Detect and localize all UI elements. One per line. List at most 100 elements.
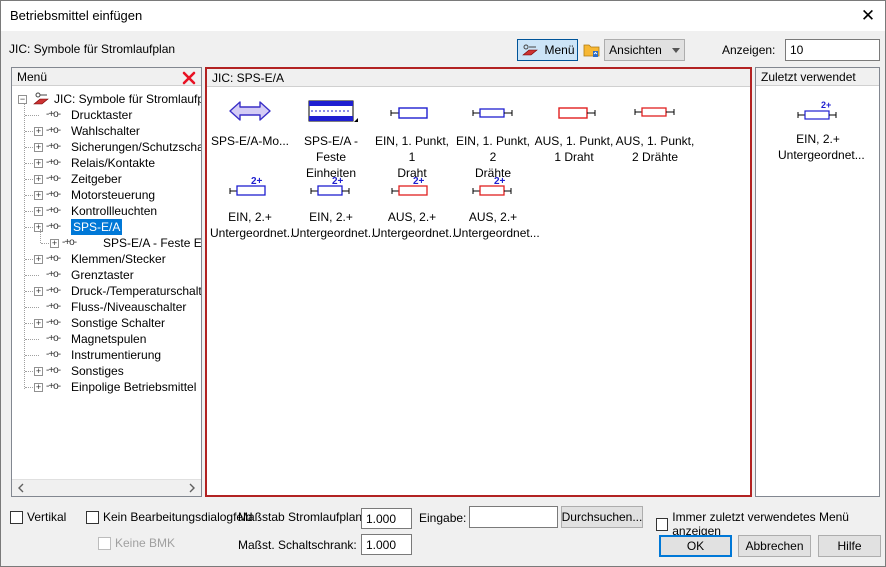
sidebar-item-label: Wahlschalter bbox=[71, 124, 140, 138]
sidebar-item[interactable]: + -+o- Druck-/Temperaturschalter bbox=[16, 283, 201, 299]
dialog-window: Betriebsmittel einfügen ✕ JIC: Symbole f… bbox=[0, 0, 886, 567]
title-bar: Betriebsmittel einfügen ✕ bbox=[1, 1, 885, 31]
recent-symbol-line1: EIN, 2.+ bbox=[796, 132, 840, 146]
sidebar-item[interactable]: + -+o- Sicherungen/Schutzschalt bbox=[16, 139, 201, 155]
symbol-node-icon: -+o- bbox=[62, 237, 77, 248]
cabinet-scale-input[interactable]: 1.000 bbox=[361, 534, 412, 555]
expand-icon[interactable]: + bbox=[34, 207, 43, 216]
symbol-label-line1: AUS, 2.+ bbox=[387, 210, 437, 224]
expand-icon[interactable]: + bbox=[34, 191, 43, 200]
menu-panel-header: Menü bbox=[12, 68, 201, 86]
sidebar-item[interactable]: -+o- Fluss-/Niveauschalter bbox=[16, 299, 201, 315]
expand-icon[interactable]: + bbox=[34, 255, 43, 264]
symbol-label-line2: Untergeordnet... bbox=[210, 226, 297, 240]
sidebar-item[interactable]: -+o- Instrumentierung bbox=[16, 347, 201, 363]
symbol-label-line1: AUS, 2.+ bbox=[468, 210, 518, 224]
sidebar-item[interactable]: + -+o- Sonstige Schalter bbox=[16, 315, 201, 331]
show-count-input[interactable]: 10 bbox=[785, 39, 880, 61]
expand-icon[interactable]: + bbox=[34, 319, 43, 328]
sidebar-item[interactable]: + -+o- Einpolige Betriebsmittel bbox=[16, 379, 201, 395]
no-edit-dialog-checkbox[interactable]: Kein Bearbeitungsdialogfeld bbox=[86, 510, 252, 524]
menu-horizontal-scrollbar[interactable] bbox=[12, 479, 201, 496]
symbol-label-line1: SPS-E/A-Mo... bbox=[210, 134, 290, 148]
sidebar-item[interactable]: + -+o- Zeitgeber bbox=[16, 171, 201, 187]
sidebar-item[interactable]: + -+o- Sonstiges bbox=[16, 363, 201, 379]
menu-tree: − JIC: Symbole für Stromlaufplan -+o- Dr… bbox=[16, 88, 201, 479]
input-field[interactable] bbox=[469, 506, 558, 528]
expand-icon[interactable]: + bbox=[34, 383, 43, 392]
chevron-down-icon bbox=[671, 47, 680, 53]
no-bmk-label: Keine BMK bbox=[115, 536, 176, 550]
open-folder-button[interactable] bbox=[581, 39, 602, 61]
always-last-menu-checkbox[interactable]: Immer zuletzt verwendetes Menü anzeigen bbox=[656, 510, 885, 538]
symbol-item[interactable]: EIN, 1. Punkt, 2 Drähte bbox=[453, 97, 533, 181]
sidebar-item[interactable]: + -+o- SPS-E/A - Feste Einhe bbox=[16, 235, 201, 251]
collapse-icon[interactable]: − bbox=[18, 95, 27, 104]
symbol-item[interactable]: 2+ EIN, 2.+ Untergeordnet... bbox=[210, 173, 297, 241]
expand-icon[interactable]: + bbox=[34, 159, 43, 168]
browse-button[interactable]: Durchsuchen... bbox=[561, 506, 643, 528]
plc-output-1wire-icon bbox=[558, 107, 596, 119]
symbol-item[interactable]: AUS, 1. Punkt, 2 Drähte bbox=[615, 97, 695, 165]
views-dropdown-label: Ansichten bbox=[609, 43, 662, 57]
sidebar-item[interactable]: + -+o- Wahlschalter bbox=[16, 123, 201, 139]
sidebar-item[interactable]: -+o- Magnetspulen bbox=[16, 331, 201, 347]
expand-icon[interactable]: + bbox=[34, 367, 43, 376]
recent-panel: Zuletzt verwendet 2+ EIN, 2.+ Untergeord… bbox=[755, 67, 880, 497]
sidebar-item[interactable]: + -+o- Klemmen/Stecker bbox=[16, 251, 201, 267]
plc-input-sub-1wire-icon: 2+ bbox=[229, 176, 266, 196]
sidebar-item[interactable]: + -+o- SPS-E/A bbox=[16, 219, 201, 235]
symbol-label-line1: EIN, 1. Punkt, 2 bbox=[455, 134, 531, 164]
help-button-label: Hilfe bbox=[837, 539, 862, 553]
symbol-item[interactable]: SPS-E/A - Feste Einheiten bbox=[291, 97, 371, 181]
sidebar-item-label: Klemmen/Stecker bbox=[71, 252, 166, 266]
symbol-item[interactable]: EIN, 1. Punkt, 1 Draht bbox=[372, 97, 452, 181]
expand-icon[interactable]: + bbox=[50, 239, 59, 248]
symbol-item[interactable]: AUS, 1. Punkt, 1 Draht bbox=[534, 97, 614, 165]
expand-icon[interactable]: + bbox=[34, 127, 43, 136]
sidebar-item[interactable]: -+o- Grenztaster bbox=[16, 267, 201, 283]
symbol-item[interactable]: 2+ AUS, 2.+ Untergeordnet... bbox=[372, 173, 459, 241]
sidebar-item-label: Kontrollleuchten bbox=[71, 204, 158, 218]
ok-button[interactable]: OK bbox=[659, 535, 732, 557]
expand-icon[interactable]: + bbox=[34, 143, 43, 152]
vertical-checkbox-label: Vertikal bbox=[27, 510, 67, 524]
expand-icon[interactable]: + bbox=[34, 287, 43, 296]
symbol-node-icon: -+o- bbox=[46, 365, 61, 376]
plc-output-2wire-icon bbox=[634, 107, 675, 117]
cancel-button[interactable]: Abbrechen bbox=[738, 535, 811, 557]
symbol-node-icon: -+o- bbox=[46, 253, 61, 264]
vertical-checkbox[interactable]: Vertikal bbox=[10, 510, 66, 524]
symbol-label: AUS, 2.+ Untergeordnet... bbox=[372, 209, 459, 241]
scale-input[interactable]: 1.000 bbox=[361, 508, 412, 529]
symbol-node-icon: -+o- bbox=[46, 269, 61, 280]
views-dropdown[interactable]: Ansichten bbox=[604, 39, 685, 61]
menu-button[interactable]: Menü bbox=[517, 39, 578, 61]
recent-symbol[interactable]: 2+ EIN, 2.+ Untergeordnet... bbox=[778, 100, 865, 163]
expand-icon[interactable]: + bbox=[34, 223, 43, 232]
symbol-node-icon: -+o- bbox=[46, 333, 61, 344]
symbol-item[interactable]: SPS-E/A-Mo... bbox=[210, 97, 290, 149]
close-icon[interactable]: ✕ bbox=[855, 3, 881, 29]
symbol-label-line1: AUS, 1. Punkt, bbox=[534, 134, 614, 148]
sidebar-item[interactable]: -+o- Drucktaster bbox=[16, 107, 201, 123]
close-menu-icon[interactable] bbox=[182, 71, 196, 85]
expand-icon[interactable]: + bbox=[34, 175, 43, 184]
ok-button-label: OK bbox=[686, 539, 705, 553]
symbol-item[interactable]: 2+ AUS, 2.+ Untergeordnet... bbox=[453, 173, 540, 241]
scroll-left-icon[interactable] bbox=[15, 482, 27, 494]
sidebar-item[interactable]: + -+o- Motorsteuerung bbox=[16, 187, 201, 203]
no-bmk-checkbox[interactable]: Keine BMK bbox=[98, 536, 175, 550]
symbol-item[interactable]: 2+ EIN, 2.+ Untergeordnet... bbox=[291, 173, 378, 241]
sidebar-item-label: Sonstige Schalter bbox=[71, 316, 166, 330]
help-button[interactable]: Hilfe bbox=[818, 535, 881, 557]
plc-input-2wire-icon bbox=[472, 108, 513, 118]
menu-panel-title: Menü bbox=[17, 70, 48, 84]
plc-fixed-unit-icon bbox=[308, 100, 358, 122]
sidebar-item[interactable]: + -+o- Relais/Kontakte bbox=[16, 155, 201, 171]
scroll-right-icon[interactable] bbox=[186, 482, 198, 494]
sidebar-item-label: Einpolige Betriebsmittel bbox=[71, 380, 197, 394]
sidebar-item[interactable]: + -+o- Kontrollleuchten bbox=[16, 203, 201, 219]
symbol-node-icon: -+o- bbox=[46, 189, 61, 200]
menu-button-label: Menü bbox=[544, 43, 575, 57]
